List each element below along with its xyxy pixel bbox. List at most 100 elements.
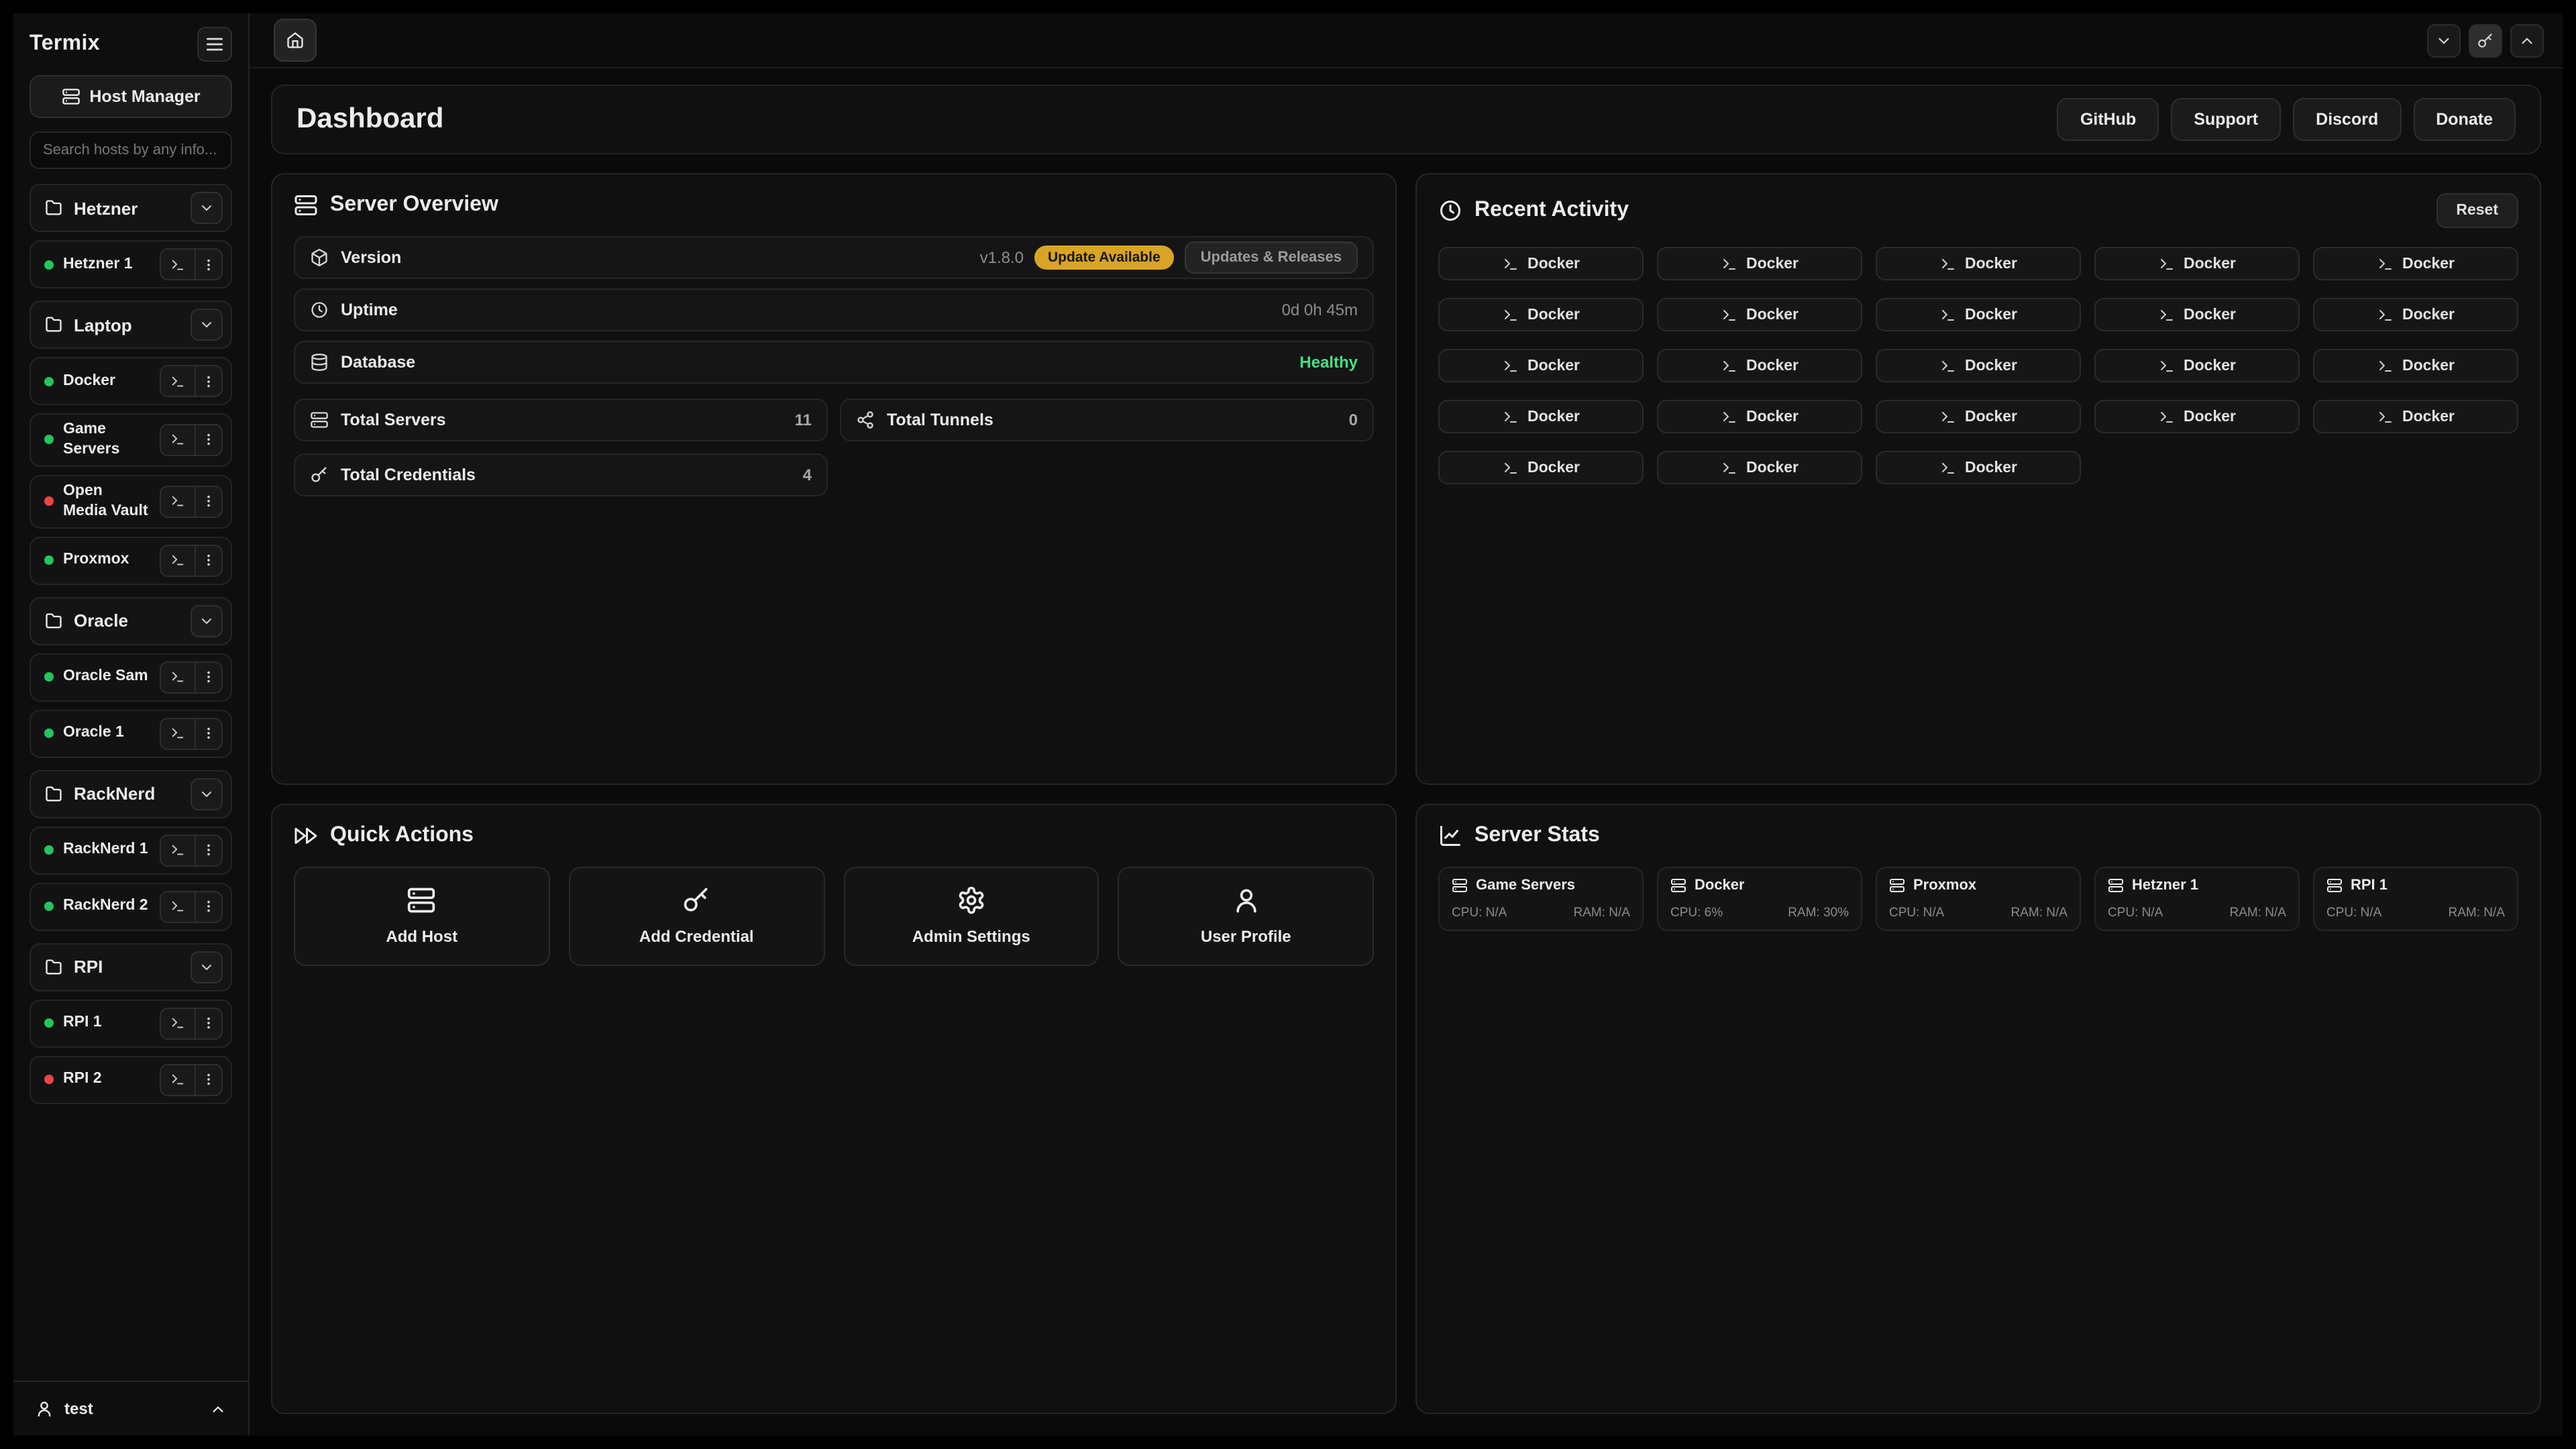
ram-value: RAM: N/A <box>1574 905 1630 920</box>
chevron-down-icon <box>199 613 215 629</box>
page-header: Dashboard GitHub Support Discord Donate <box>271 85 2541 154</box>
host-item[interactable]: Docker <box>30 357 232 405</box>
host-item[interactable]: RPI 1 <box>30 1000 232 1048</box>
open-terminal-button[interactable] <box>161 546 196 576</box>
sidebar-group: Laptop Docker Game Servers <box>30 301 232 585</box>
quick-action[interactable]: User Profile <box>1118 866 1375 965</box>
header-actions: GitHub Support Discord Donate <box>2057 98 2516 141</box>
host-menu-button[interactable] <box>196 366 221 396</box>
activity-label: Docker <box>1746 307 1799 323</box>
group-collapse-button[interactable] <box>191 309 223 341</box>
host-menu-button[interactable] <box>196 892 221 922</box>
activity-item[interactable]: Docker <box>1438 451 1644 484</box>
terminal-icon <box>1721 256 1737 272</box>
activity-item[interactable]: Docker <box>2094 298 2300 331</box>
activity-item[interactable]: Docker <box>1876 400 2081 433</box>
open-terminal-button[interactable] <box>161 892 196 922</box>
open-terminal-button[interactable] <box>161 663 196 692</box>
open-terminal-button[interactable] <box>161 719 196 749</box>
activity-item[interactable]: Docker <box>2313 400 2518 433</box>
status-dot <box>44 497 54 506</box>
server-stat-top: Docker <box>1670 877 1849 893</box>
search-input[interactable] <box>30 131 232 169</box>
open-terminal-button[interactable] <box>161 487 196 517</box>
credentials-button[interactable] <box>2469 23 2502 57</box>
total-credentials-tile: Total Credentials 4 <box>294 453 828 496</box>
activity-item[interactable]: Docker <box>2094 400 2300 433</box>
host-menu-button[interactable] <box>196 719 221 749</box>
group-collapse-button[interactable] <box>191 605 223 637</box>
host-item[interactable]: Game Servers <box>30 413 232 467</box>
updates-releases-button[interactable]: Updates & Releases <box>1185 241 1358 274</box>
activity-item[interactable]: Docker <box>2313 349 2518 382</box>
sidebar-group-header[interactable]: RPI <box>30 943 232 991</box>
quick-action[interactable]: Add Credential <box>569 866 825 965</box>
host-menu-button[interactable] <box>196 836 221 865</box>
activity-item[interactable]: Docker <box>1657 247 1862 280</box>
discord-button[interactable]: Discord <box>2293 98 2401 141</box>
host-menu-button[interactable] <box>196 1065 221 1095</box>
host-menu-button[interactable] <box>196 546 221 576</box>
sidebar-group-header[interactable]: Laptop <box>30 301 232 349</box>
github-button[interactable]: GitHub <box>2057 98 2159 141</box>
host-item[interactable]: Oracle 1 <box>30 710 232 758</box>
open-terminal-button[interactable] <box>161 425 196 455</box>
open-terminal-button[interactable] <box>161 1009 196 1038</box>
host-manager-button[interactable]: Host Manager <box>30 75 232 118</box>
open-terminal-button[interactable] <box>161 366 196 396</box>
activity-label: Docker <box>1746 256 1799 272</box>
sidebar-group-header[interactable]: Oracle <box>30 597 232 645</box>
host-menu-button[interactable] <box>196 425 221 455</box>
tab-scroll-down-button[interactable] <box>2427 23 2461 57</box>
quick-action[interactable]: Admin Settings <box>843 866 1099 965</box>
version-right: v1.8.0 Update Available Updates & Releas… <box>980 241 1358 274</box>
activity-item[interactable]: Docker <box>2094 247 2300 280</box>
host-menu-button[interactable] <box>196 487 221 517</box>
activity-item[interactable]: Docker <box>1438 349 1644 382</box>
donate-button[interactable]: Donate <box>2413 98 2516 141</box>
group-collapse-button[interactable] <box>191 778 223 810</box>
activity-item[interactable]: Docker <box>1657 349 1862 382</box>
sidebar-group-header[interactable]: RackNerd <box>30 770 232 818</box>
activity-item[interactable]: Docker <box>1438 247 1644 280</box>
open-terminal-button[interactable] <box>161 836 196 865</box>
terminal-icon <box>170 900 185 914</box>
host-item[interactable]: Proxmox <box>30 537 232 585</box>
activity-item[interactable]: Docker <box>1438 400 1644 433</box>
activity-item[interactable]: Docker <box>1657 451 1862 484</box>
support-button[interactable]: Support <box>2171 98 2281 141</box>
activity-item[interactable]: Docker <box>1876 451 2081 484</box>
group-collapse-button[interactable] <box>191 951 223 983</box>
activity-item[interactable]: Docker <box>2313 247 2518 280</box>
group-label: Hetzner <box>74 198 180 218</box>
quick-action[interactable]: Add Host <box>294 866 550 965</box>
activity-item[interactable]: Docker <box>1876 247 2081 280</box>
sidebar-group-header[interactable]: Hetzner <box>30 184 232 232</box>
host-item[interactable]: RackNerd 1 <box>30 826 232 875</box>
overview-rows: Version v1.8.0 Update Available Updates … <box>294 236 1374 384</box>
sidebar-user-footer[interactable]: test <box>13 1381 248 1436</box>
tab-home[interactable] <box>274 19 317 62</box>
ram-value: RAM: 30% <box>1788 905 1849 920</box>
host-item[interactable]: RPI 2 <box>30 1056 232 1104</box>
host-item[interactable]: Hetzner 1 <box>30 240 232 288</box>
activity-item[interactable]: Docker <box>1876 298 2081 331</box>
host-menu-button[interactable] <box>196 1009 221 1038</box>
tab-scroll-up-button[interactable] <box>2510 23 2544 57</box>
host-menu-button[interactable] <box>196 663 221 692</box>
host-item[interactable]: Open Media Vault <box>30 475 232 529</box>
sidebar-menu-button[interactable] <box>197 27 232 62</box>
group-collapse-button[interactable] <box>191 192 223 224</box>
activity-item[interactable]: Docker <box>1438 298 1644 331</box>
open-terminal-button[interactable] <box>161 250 196 279</box>
activity-item[interactable]: Docker <box>1657 298 1862 331</box>
reset-button[interactable]: Reset <box>2436 193 2518 228</box>
open-terminal-button[interactable] <box>161 1065 196 1095</box>
host-item[interactable]: RackNerd 2 <box>30 883 232 931</box>
activity-item[interactable]: Docker <box>2094 349 2300 382</box>
host-menu-button[interactable] <box>196 250 221 279</box>
activity-item[interactable]: Docker <box>1657 400 1862 433</box>
host-item[interactable]: Oracle Sam <box>30 653 232 702</box>
activity-item[interactable]: Docker <box>1876 349 2081 382</box>
activity-item[interactable]: Docker <box>2313 298 2518 331</box>
